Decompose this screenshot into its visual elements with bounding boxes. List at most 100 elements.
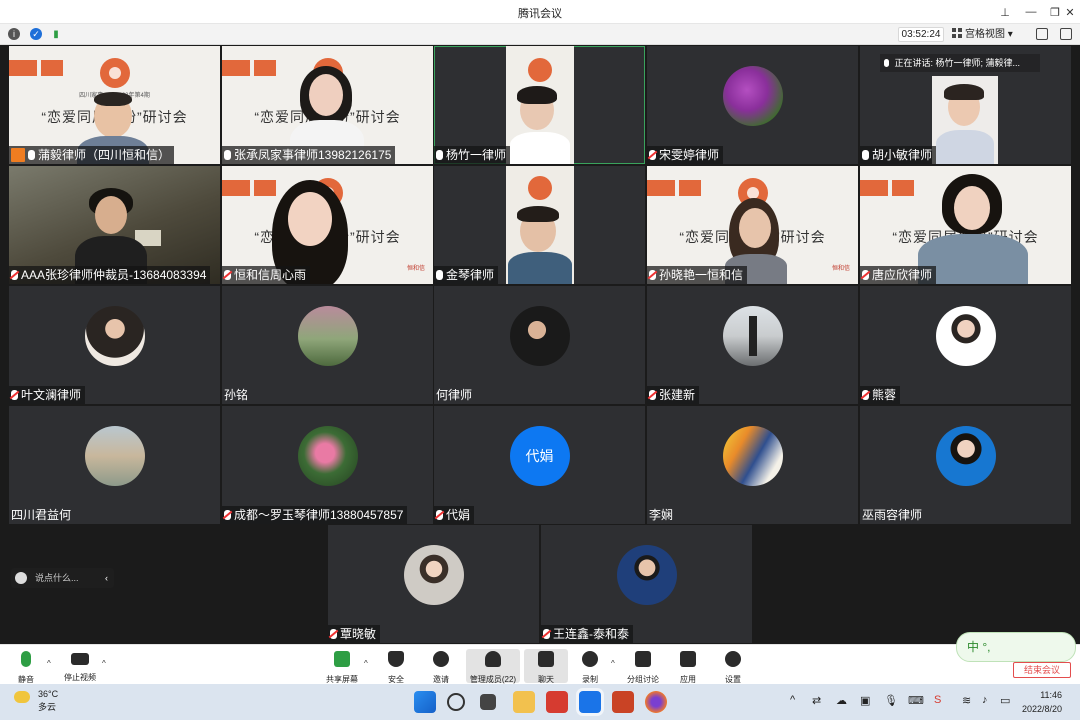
grid-view-button[interactable]: 宫格视图 ▾ [952,27,1028,42]
onedrive-icon[interactable]: ☁ [836,694,847,707]
meeting-control-bar: 静音 ^ 停止视频 ^ 共享屏幕 ^ 安全 邀请 管理成员(22) 聊天 录制 … [0,644,1080,684]
shield-icon [388,651,404,667]
participant-name-label: 覃晓敏 [328,625,381,643]
security-button[interactable]: 安全 [374,649,418,684]
mic-muted-icon [224,270,231,280]
mic-icon [28,150,35,160]
speaking-indicator: 正在讲话: 杨竹一律师; 蒲毅律... [880,54,1040,72]
record-label: 录制 [582,675,598,684]
participant-name-label: 王连鑫-泰和泰 [541,625,633,643]
weather-icon [14,691,30,703]
stop-video-button[interactable]: 停止视频 [58,649,102,683]
fullscreen-icon[interactable] [1036,28,1048,40]
record-options-chevron-icon[interactable]: ^ [611,659,615,668]
participant-tile[interactable]: 何律师 [434,286,645,404]
avatar [297,306,358,366]
participant-name-label: 何律师 [436,388,473,402]
breakout-icon [635,651,651,667]
participant-tile[interactable]: 覃晓敏 [328,525,539,643]
apps-icon [680,651,696,667]
avatar [509,306,570,366]
signal-icon[interactable]: ▮ [50,28,62,40]
invite-button[interactable]: 邀请 [419,649,463,684]
collapse-chevron-icon[interactable]: ‹ [105,568,108,588]
breakout-button[interactable]: 分组讨论 [621,649,665,684]
share-options-chevron-icon[interactable]: ^ [364,659,368,668]
participant-tile[interactable]: “恋爱同居纠纷”研讨会 恒和信 孙晓艳一恒和信 [647,166,858,284]
info-icon[interactable]: i [8,28,20,40]
participant-tile[interactable]: 巫雨容律师 [860,406,1071,524]
apps-button[interactable]: 应用 [666,649,710,684]
mic-icon [862,150,869,160]
participant-tile[interactable]: 成都～罗玉琴律师13880457857 [222,406,433,524]
participant-name-label: 巫雨容律师 [862,508,923,522]
mute-options-chevron-icon[interactable]: ^ [47,659,51,668]
participant-name-label: 代娟 [434,506,475,524]
wifi-icon[interactable]: ≋ [962,694,971,707]
network-adapter-icon[interactable]: ⇄ [812,694,821,707]
mic-muted-icon [862,390,869,400]
avatar [84,306,145,366]
participant-tile[interactable]: 张建新 [647,286,858,404]
participant-tile[interactable]: 熊蓉 [860,286,1071,404]
weather-widget[interactable]: 36°C 多云 [14,688,58,714]
battery-icon[interactable]: ▭ [1000,694,1010,707]
participant-tile[interactable]: 王连鑫-泰和泰 [541,525,752,643]
participant-tile[interactable]: “恋爱同居纠纷”研讨会 唐应欣律师 [860,166,1071,284]
record-button[interactable]: 录制 [568,649,612,684]
participant-name-label: 胡小敏律师 [860,146,937,164]
settings-label: 设置 [725,675,741,684]
participant-tile[interactable]: 李娴 [647,406,858,524]
participant-tile[interactable]: “恋爱同居纠纷”研讨会 张承凤家事律师13982126175 [222,46,433,164]
participant-tile[interactable]: 四川家事……2022年第4期 “恋爱同居纠纷”研讨会 蒲毅律师（四川恒和信） [9,46,220,164]
powerpoint-icon[interactable] [612,691,634,713]
participant-tile[interactable]: “恋爱同居纠纷”研讨会 恒和信 恒和信周心雨 [222,166,433,284]
microphone-tray-icon[interactable]: 🎙 [884,694,898,707]
tencent-meeting-icon[interactable] [579,691,601,713]
file-explorer-icon[interactable] [513,691,535,713]
avatar [722,66,783,126]
system-clock[interactable]: 11:46 2022/8/20 [1022,688,1062,716]
volume-icon[interactable]: ♪ [982,694,988,706]
search-icon[interactable] [447,693,465,711]
participant-tile[interactable]: 四川君益何 [9,406,220,524]
wps-tray-icon[interactable]: S [934,694,941,706]
chat-button[interactable]: 聊天 [524,649,568,684]
task-view-icon[interactable] [480,694,496,710]
participant-tile[interactable]: AAA张珍律师仲裁员-13684083394 [9,166,220,284]
security-label: 安全 [388,675,404,684]
emoji-icon[interactable] [15,572,27,584]
firefox-icon[interactable] [645,691,667,713]
end-meeting-button[interactable]: 结束会议 [1013,662,1071,678]
clock-date: 2022/8/20 [1022,704,1063,714]
video-frame [932,76,998,164]
ime-toolbar[interactable]: 中 °, [956,632,1076,662]
participant-tile[interactable]: 金琴律师 [434,166,645,284]
avatar [403,545,464,605]
participant-tile[interactable]: 叶文澜律师 [9,286,220,404]
participant-tile[interactable]: 宋雯婷律师 [647,46,858,164]
chat-quick-input[interactable]: 说点什么... ‹ [11,568,114,588]
show-hidden-icons-chevron-icon[interactable]: ^ [790,694,795,706]
close-button[interactable]: ✕ [1060,0,1080,24]
video-options-chevron-icon[interactable]: ^ [102,659,106,668]
mic-icon [224,150,231,160]
wps-icon[interactable] [546,691,568,713]
start-icon[interactable] [414,691,436,713]
keyboard-icon[interactable]: ⌨ [908,694,924,707]
app-tray-icon[interactable]: ▣ [860,694,870,707]
participant-tile[interactable]: 代娟 代娟 [434,406,645,524]
video-frame [506,46,574,164]
microphone-icon [21,651,31,667]
share-screen-button[interactable]: 共享屏幕 [320,649,364,684]
record-icon [582,651,598,667]
sidebar-icon[interactable] [1060,28,1072,40]
participant-name-label: 宋雯婷律师 [647,146,724,164]
mute-button[interactable]: 静音 [4,649,48,684]
manage-members-button[interactable]: 管理成员(22) [466,649,520,684]
participant-tile[interactable]: 孙铭 [222,286,433,404]
participant-tile[interactable]: 杨竹一律师 [434,46,645,164]
host-icon [11,148,25,162]
settings-button[interactable]: 设置 [711,649,755,684]
shield-icon[interactable]: ✓ [30,28,42,40]
